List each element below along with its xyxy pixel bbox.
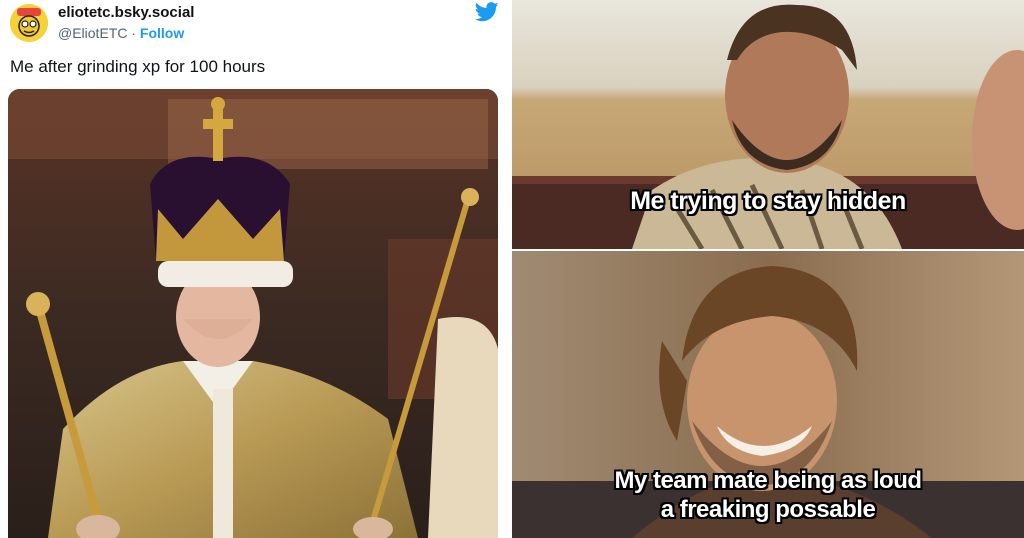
top-caption: Me trying to stay hidden bbox=[630, 187, 906, 215]
avatar[interactable] bbox=[10, 4, 48, 42]
user-handle[interactable]: @EliotETC bbox=[58, 25, 127, 41]
user-info: eliotetc.bsky.social @EliotETC · Follow bbox=[58, 4, 194, 42]
tweet-card: eliotetc.bsky.social @EliotETC · Follow … bbox=[0, 0, 512, 538]
meme-panel-top: Me trying to stay hidden bbox=[512, 0, 1024, 249]
bottom-caption-line1: My team mate being as loud bbox=[614, 467, 922, 494]
handle-row: @EliotETC · Follow bbox=[58, 24, 194, 42]
separator: · bbox=[127, 25, 140, 41]
follow-button[interactable]: Follow bbox=[140, 25, 184, 41]
bottom-caption: My team mate being as loud a freaking po… bbox=[512, 466, 1024, 524]
tweet-photo[interactable] bbox=[8, 89, 498, 538]
meme-image: Me trying to stay hidden My team mate be… bbox=[512, 0, 1024, 538]
tweet-text: Me after grinding xp for 100 hours bbox=[10, 57, 266, 76]
twitter-bird-icon[interactable] bbox=[474, 2, 500, 22]
meme-panel-bottom: My team mate being as loud a freaking po… bbox=[512, 251, 1024, 538]
bottom-caption-line2: a freaking possable bbox=[660, 496, 876, 523]
display-name[interactable]: eliotetc.bsky.social bbox=[58, 4, 194, 22]
